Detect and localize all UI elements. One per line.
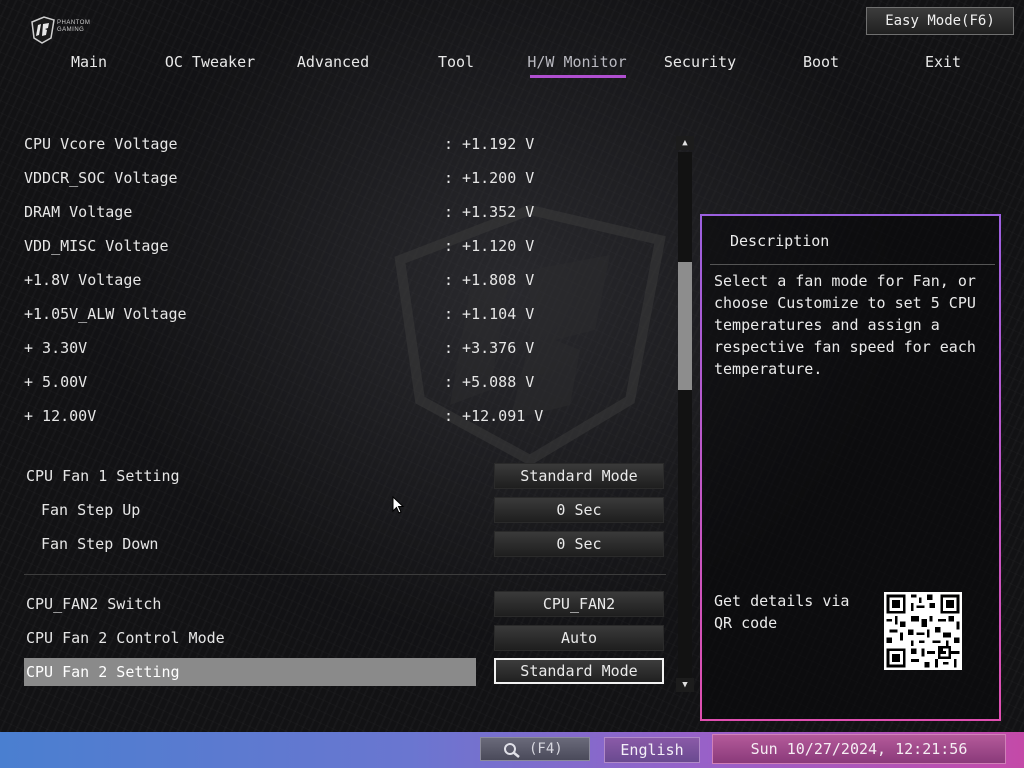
tab-boot[interactable]: Boot bbox=[760, 52, 882, 80]
setting-row-fan-step-up[interactable]: Fan Step Up bbox=[24, 496, 476, 524]
tab-oc-tweaker[interactable]: OC Tweaker bbox=[149, 52, 271, 80]
description-divider bbox=[710, 264, 995, 265]
voltage-label: + 3.30V bbox=[24, 339, 88, 357]
setting-row-cpu-fan2-setting[interactable]: CPU Fan 2 Setting bbox=[24, 658, 476, 686]
setting-row-cpu-fan2-switch[interactable]: CPU_FAN2 Switch bbox=[24, 590, 476, 618]
scroll-thumb[interactable] bbox=[678, 262, 692, 390]
fan-step-up-dropdown[interactable]: 0 Sec bbox=[494, 497, 664, 523]
setting-row-fan-step-down[interactable]: Fan Step Down bbox=[24, 530, 476, 558]
setting-row-cpu-fan2-control-mode[interactable]: CPU Fan 2 Control Mode bbox=[24, 624, 476, 652]
voltage-value: : +5.088 V bbox=[444, 373, 535, 391]
logo-line2: GAMING bbox=[57, 27, 85, 33]
brand-logo-text: PHANTOM GAMING bbox=[57, 20, 90, 34]
voltage-label: +1.8V Voltage bbox=[24, 271, 142, 289]
voltage-label: + 12.00V bbox=[24, 407, 97, 425]
easy-mode-button[interactable]: Easy Mode(F6) bbox=[866, 7, 1014, 35]
logo-line1: PHANTOM bbox=[57, 20, 91, 26]
setting-row-cpu-fan1-setting[interactable]: CPU Fan 1 Setting bbox=[24, 462, 476, 490]
voltage-label: CPU Vcore Voltage bbox=[24, 135, 178, 153]
description-panel: Description Select a fan mode for Fan, o… bbox=[700, 214, 1001, 721]
tab-advanced[interactable]: Advanced bbox=[272, 52, 394, 80]
search-shortcut: (F4) bbox=[529, 741, 563, 757]
voltage-value: : +3.376 V bbox=[444, 339, 535, 357]
cpu-fan2-control-mode-dropdown[interactable]: Auto bbox=[494, 625, 664, 651]
search-icon bbox=[504, 743, 520, 758]
status-bar: (F4) English Sun 10/27/2024, 12:21:56 bbox=[0, 732, 1024, 768]
tab-exit[interactable]: Exit bbox=[882, 52, 1004, 80]
voltage-value: : +1.200 V bbox=[444, 169, 535, 187]
tab-security[interactable]: Security bbox=[639, 52, 761, 80]
datetime-display[interactable]: Sun 10/27/2024, 12:21:56 bbox=[712, 734, 1006, 764]
description-text: Select a fan mode for Fan, or choose Cus… bbox=[714, 272, 976, 378]
scroll-track[interactable] bbox=[678, 152, 692, 678]
scrollbar[interactable]: ▲ ▼ bbox=[676, 136, 694, 694]
setting-label: Fan Step Down bbox=[41, 535, 159, 553]
voltage-value: : +1.808 V bbox=[444, 271, 535, 289]
voltage-label: VDDCR_SOC Voltage bbox=[24, 169, 178, 187]
setting-label: CPU Fan 2 Control Mode bbox=[26, 629, 225, 647]
cpu-fan1-setting-dropdown[interactable]: Standard Mode bbox=[494, 463, 664, 489]
cpu-fan2-switch-dropdown[interactable]: CPU_FAN2 bbox=[494, 591, 664, 617]
voltage-label: DRAM Voltage bbox=[24, 203, 133, 221]
scroll-down-icon[interactable]: ▼ bbox=[676, 678, 694, 692]
active-tab-indicator bbox=[530, 75, 626, 78]
setting-label: CPU Fan 1 Setting bbox=[26, 467, 180, 485]
setting-label: Fan Step Up bbox=[41, 501, 141, 519]
cpu-fan2-setting-dropdown[interactable]: Standard Mode bbox=[494, 658, 664, 684]
tab-tool[interactable]: Tool bbox=[395, 52, 517, 80]
fan-step-down-dropdown[interactable]: 0 Sec bbox=[494, 531, 664, 557]
voltage-value: : +1.192 V bbox=[444, 135, 535, 153]
tab-main[interactable]: Main bbox=[28, 52, 150, 80]
voltage-value: : +1.352 V bbox=[444, 203, 535, 221]
qr-code-icon bbox=[884, 592, 962, 670]
voltage-value: : +1.120 V bbox=[444, 237, 535, 255]
language-button[interactable]: English bbox=[604, 737, 700, 763]
voltage-value: : +1.104 V bbox=[444, 305, 535, 323]
voltage-label: + 5.00V bbox=[24, 373, 88, 391]
voltage-label: +1.05V_ALW Voltage bbox=[24, 305, 187, 323]
search-button[interactable]: (F4) bbox=[480, 737, 590, 761]
qr-caption: Get details via QR code bbox=[714, 592, 850, 632]
section-divider bbox=[24, 574, 666, 575]
scroll-up-icon[interactable]: ▲ bbox=[676, 136, 694, 150]
voltage-label: VDD_MISC Voltage bbox=[24, 237, 169, 255]
voltage-value: : +12.091 V bbox=[444, 407, 544, 425]
description-title: Description bbox=[730, 232, 830, 250]
setting-label: CPU_FAN2 Switch bbox=[26, 595, 162, 613]
setting-label: CPU Fan 2 Setting bbox=[26, 663, 180, 681]
mouse-cursor-icon bbox=[392, 496, 404, 514]
